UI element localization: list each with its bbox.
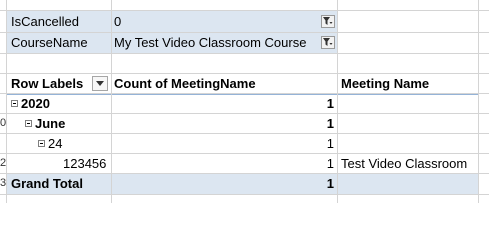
funnel-icon bbox=[323, 17, 333, 25]
row-label-2020[interactable]: 2020 bbox=[11, 93, 109, 114]
row-labels-dropdown[interactable] bbox=[92, 76, 108, 91]
header-count: Count of MeetingName bbox=[114, 76, 256, 91]
row-value-june: 1 bbox=[326, 116, 334, 131]
row-label-123456[interactable]: 123456 bbox=[63, 153, 109, 174]
row-label-text: 24 bbox=[48, 136, 63, 151]
row-value-24: 1 bbox=[326, 136, 334, 151]
header-row-labels: Row Labels bbox=[11, 76, 84, 91]
row-meeting-june bbox=[341, 113, 476, 134]
filter-funnel-coursename[interactable] bbox=[321, 36, 335, 49]
filter-label-coursename: CourseName bbox=[11, 35, 88, 50]
row-label-june[interactable]: June bbox=[25, 113, 109, 134]
row-meeting-123456: Test Video Classroom bbox=[341, 156, 468, 171]
filter-label-iscancelled: IsCancelled bbox=[11, 14, 79, 29]
row-label-24[interactable]: 24 bbox=[38, 133, 109, 154]
collapse-icon[interactable] bbox=[11, 100, 18, 108]
row-label-text: June bbox=[35, 116, 66, 131]
chevron-down-icon bbox=[96, 81, 104, 86]
row-label-text: 2020 bbox=[21, 96, 50, 111]
row-value-123456: 1 bbox=[326, 156, 334, 171]
row-meeting-24 bbox=[341, 133, 476, 154]
row-number: 3 bbox=[0, 177, 6, 189]
funnel-icon bbox=[323, 38, 333, 46]
collapse-icon[interactable] bbox=[25, 120, 32, 128]
filter-value-iscancelled: 0 bbox=[114, 14, 122, 29]
grand-total-label: Grand Total bbox=[11, 176, 83, 191]
grand-total-value: 1 bbox=[326, 176, 334, 191]
row-meeting-2020 bbox=[341, 93, 476, 114]
row-number: 0 bbox=[0, 117, 6, 129]
filter-funnel-iscancelled[interactable] bbox=[321, 15, 335, 28]
header-meeting-name: Meeting Name bbox=[341, 76, 430, 91]
row-value-2020: 1 bbox=[326, 96, 334, 111]
row-number: 2 bbox=[0, 157, 6, 169]
pivot-sheet: 0 2 3 IsCancelled 0 CourseName My Test V… bbox=[0, 0, 489, 203]
collapse-icon[interactable] bbox=[38, 140, 45, 148]
filter-value-coursename: My Test Video Classroom Course bbox=[114, 35, 307, 50]
